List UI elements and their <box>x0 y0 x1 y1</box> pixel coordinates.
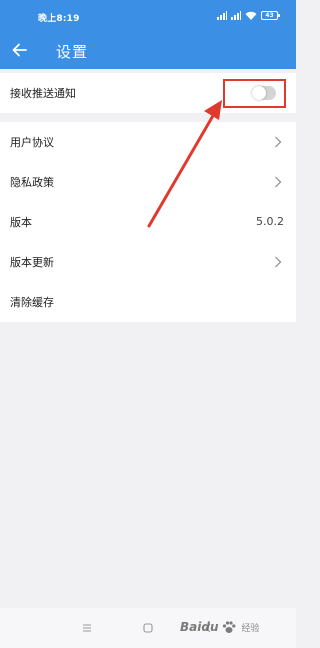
watermark-sub: 经验 <box>241 623 260 634</box>
wifi-icon <box>245 11 257 20</box>
chevron-right-icon <box>275 176 282 188</box>
watermark-brand: Baidu <box>180 620 219 634</box>
status-time: 晚上8:19 <box>38 14 80 24</box>
chevron-right-icon <box>275 256 282 268</box>
version-update-label: 版本更新 <box>10 256 54 269</box>
annotation-highlight-box <box>223 79 286 108</box>
app-bar: 设置 <box>0 32 296 69</box>
status-bar: 晚上8:19 43 <box>0 0 296 32</box>
signal-icon-2 <box>231 11 241 20</box>
battery-icon: 43 <box>261 11 280 20</box>
push-notification-label: 接收推送通知 <box>10 87 76 100</box>
back-arrow-icon[interactable] <box>10 40 30 60</box>
paw-logo-icon <box>222 621 235 633</box>
chevron-right-icon <box>275 136 282 148</box>
page-title: 设置 <box>56 43 89 61</box>
version-value: 5.0.2 <box>256 215 284 228</box>
user-agreement-label: 用户协议 <box>10 136 54 149</box>
signal-icon <box>217 11 227 20</box>
version-label: 版本 <box>10 216 32 229</box>
clear-cache-label: 清除缓存 <box>10 296 54 309</box>
clear-cache-row[interactable]: 清除缓存 <box>0 282 296 322</box>
baidu-watermark: Baidu 经验 <box>180 614 292 640</box>
version-update-row[interactable]: 版本更新 <box>0 242 296 282</box>
status-icons: 43 <box>217 10 280 21</box>
privacy-policy-label: 隐私政策 <box>10 176 54 189</box>
annotation-arrow <box>147 100 222 228</box>
menu-icon[interactable] <box>80 621 94 635</box>
home-icon[interactable] <box>141 621 155 635</box>
